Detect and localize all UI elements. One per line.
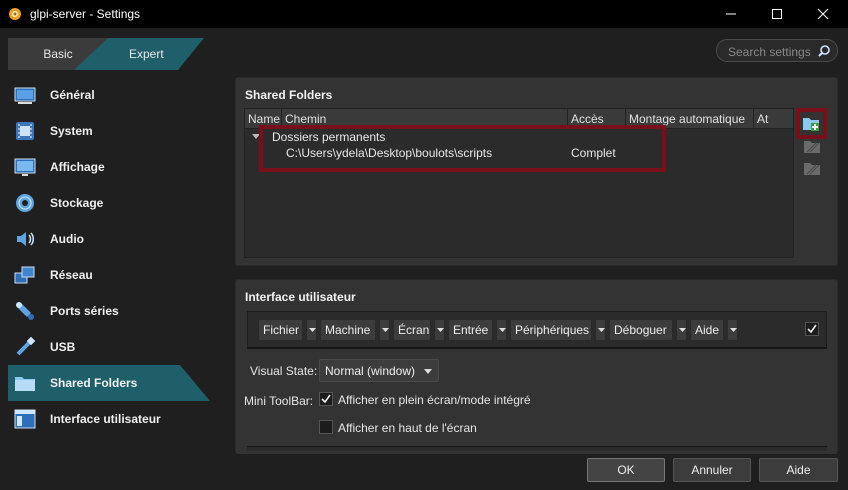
- menu-aide-dropdown[interactable]: [727, 319, 738, 341]
- shared-folders-icon: [15, 377, 35, 391]
- usb-icon: [16, 336, 36, 356]
- visual-state-value: Normal (window): [325, 364, 416, 378]
- sidebar-item-serial-ports[interactable]: Ports séries: [8, 293, 218, 329]
- sidebar-item-label: Stockage: [50, 196, 104, 210]
- column-header-access[interactable]: Accès: [571, 112, 604, 126]
- window-title: glpi-server - Settings: [30, 7, 141, 21]
- sidebar-item-label: Audio: [50, 232, 84, 246]
- remove-shared-folder-button[interactable]: [803, 160, 825, 182]
- sidebar-item-audio[interactable]: Audio: [8, 221, 218, 257]
- sidebar-item-storage[interactable]: Stockage: [8, 185, 218, 221]
- help-button[interactable]: Aide: [759, 458, 838, 482]
- tab-expert-label: Expert: [129, 47, 164, 61]
- chevron-down-icon: [424, 369, 432, 374]
- sidebar-item-usb[interactable]: USB: [8, 329, 218, 365]
- sidebar-item-label: Affichage: [50, 160, 105, 174]
- sidebar-item-label: Réseau: [50, 268, 93, 282]
- mode-tabs: Basic Expert: [8, 38, 204, 70]
- edit-shared-folder-button[interactable]: [803, 138, 825, 160]
- search-placeholder: Search settings: [728, 45, 811, 59]
- mini-toolbar-label: Mini ToolBar:: [244, 394, 314, 408]
- edit-folder-icon: [804, 141, 820, 153]
- column-header-at[interactable]: At: [757, 112, 768, 126]
- chevron-down-icon: [679, 328, 686, 332]
- add-shared-folder-button[interactable]: [801, 113, 823, 135]
- menu-deboguer-dropdown[interactable]: [676, 319, 687, 341]
- network-icon: [14, 266, 35, 284]
- add-folder-icon: [803, 118, 819, 131]
- mini-toolbar-top-checkbox[interactable]: [319, 420, 333, 434]
- chevron-down-icon: [730, 328, 737, 332]
- title-bar: glpi-server - Settings: [0, 0, 848, 28]
- mini-toolbar-fullscreen-label[interactable]: Afficher en plein écran/mode intégré: [338, 393, 531, 407]
- minimize-icon: [726, 13, 736, 15]
- audio-icon: [17, 232, 34, 246]
- sidebar-item-system[interactable]: System: [8, 113, 218, 149]
- sidebar-item-label: Ports séries: [50, 304, 119, 318]
- visual-state-select[interactable]: Normal (window): [319, 359, 439, 382]
- menu-ecran-dropdown[interactable]: [434, 319, 445, 341]
- column-header-automount[interactable]: Montage automatique: [629, 112, 745, 126]
- sidebar-item-user-interface[interactable]: Interface utilisateur: [8, 401, 218, 437]
- sidebar-item-label: Général: [50, 88, 95, 102]
- remove-folder-icon: [804, 163, 820, 175]
- visual-state-label: Visual State:: [250, 364, 318, 378]
- sidebar-item-network[interactable]: Réseau: [8, 257, 218, 293]
- checkmark-icon: [807, 324, 817, 334]
- user-interface-title: Interface utilisateur: [245, 290, 356, 304]
- column-header-name[interactable]: Name: [248, 112, 280, 126]
- sidebar-item-general[interactable]: Général: [8, 77, 218, 113]
- sidebar-item-shared-folders[interactable]: Shared Folders: [8, 365, 210, 401]
- menu-machine-button[interactable]: Machine: [320, 319, 376, 341]
- system-icon: [16, 122, 34, 140]
- mini-toolbar-top-label[interactable]: Afficher en haut de l'écran: [338, 421, 477, 435]
- search-input[interactable]: Search settings: [716, 39, 838, 62]
- sidebar-item-label: System: [50, 124, 93, 138]
- chevron-down-icon: [499, 328, 506, 332]
- menubar-enabled-checkbox[interactable]: [805, 322, 819, 336]
- menu-aide-button[interactable]: Aide: [690, 319, 724, 341]
- menu-ecran-button[interactable]: Écran: [393, 319, 431, 341]
- mini-toolbar-fullscreen-checkbox[interactable]: [319, 392, 333, 406]
- menu-fichier-dropdown[interactable]: [306, 319, 317, 341]
- chevron-down-icon: [382, 328, 389, 332]
- ok-button[interactable]: OK: [587, 458, 665, 482]
- menu-peripheriques-button[interactable]: Périphériques: [510, 319, 592, 341]
- close-icon: [817, 8, 829, 20]
- menu-entree-button[interactable]: Entrée: [448, 319, 493, 341]
- menu-machine-dropdown[interactable]: [379, 319, 390, 341]
- close-button[interactable]: [800, 0, 846, 28]
- maximize-button[interactable]: [754, 0, 800, 28]
- menu-entree-dropdown[interactable]: [496, 319, 507, 341]
- storage-icon: [16, 194, 34, 212]
- highlight-box: [259, 125, 666, 172]
- user-interface-icon: [14, 409, 36, 429]
- general-icon: [14, 87, 36, 104]
- sidebar-item-label: Shared Folders: [50, 376, 138, 390]
- sidebar-item-label: Interface utilisateur: [50, 412, 161, 426]
- tab-basic-label: Basic: [43, 47, 73, 61]
- minimize-button[interactable]: [708, 0, 754, 28]
- cancel-button[interactable]: Annuler: [673, 458, 751, 482]
- menubar-editor: Fichier Machine Écran Entrée Périphériqu…: [247, 311, 827, 349]
- menu-fichier-button[interactable]: Fichier: [258, 319, 303, 341]
- chevron-down-icon: [598, 328, 605, 332]
- column-header-path[interactable]: Chemin: [285, 112, 326, 126]
- shared-folders-title: Shared Folders: [245, 88, 333, 102]
- chevron-down-icon: [437, 328, 444, 332]
- sidebar-item-label: USB: [50, 340, 76, 354]
- virtualbox-icon: [9, 8, 21, 20]
- menu-peripheriques-dropdown[interactable]: [595, 319, 606, 341]
- serial-ports-icon: [16, 302, 34, 320]
- checkmark-icon: [321, 394, 331, 404]
- menu-deboguer-button[interactable]: Déboguer: [609, 319, 673, 341]
- chevron-down-icon: [309, 328, 316, 332]
- display-icon: [14, 158, 36, 176]
- status-bar-preview: [247, 446, 827, 451]
- maximize-icon: [772, 9, 782, 19]
- search-icon: [818, 45, 830, 57]
- sidebar-item-display[interactable]: Affichage: [8, 149, 218, 185]
